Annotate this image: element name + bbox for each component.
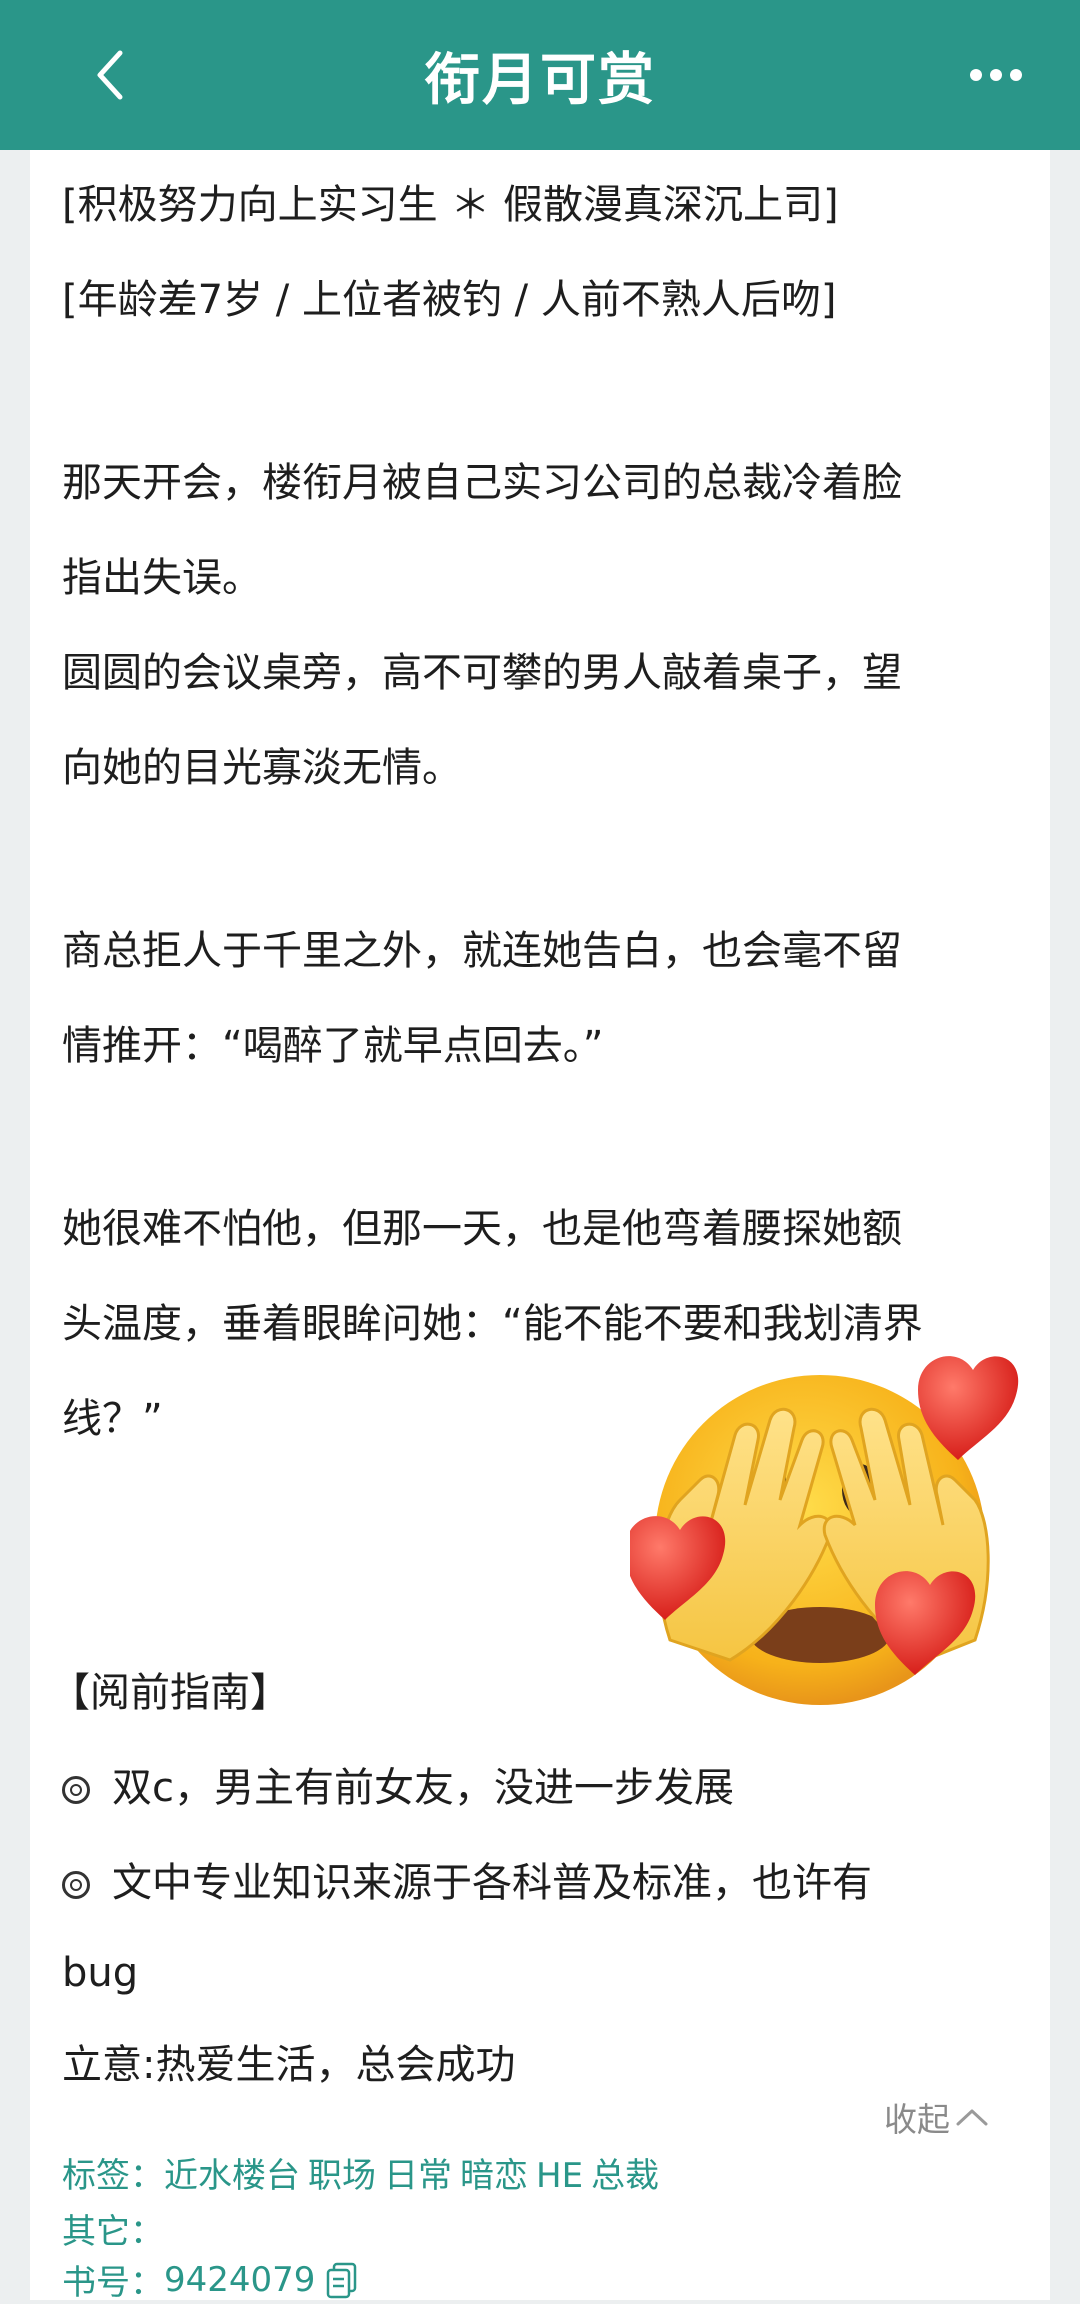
summary-line: 情推开：“喝醉了就早点回去。” xyxy=(62,1023,604,1069)
guide-heading: 【阅前指南】 xyxy=(50,1670,290,1716)
book-intro-panel: [积极努力向上实习生 ＊ 假散漫真深沉上司] [年龄差7岁 / 上位者被钓 / … xyxy=(30,150,1050,2303)
chevron-left-icon xyxy=(97,50,123,100)
collapse-label: 收起 xyxy=(884,2100,950,2139)
double-circle-bullet-icon xyxy=(62,1776,90,1804)
more-button[interactable] xyxy=(946,35,1046,115)
face-peeking-through-hands-with-hearts-emoji xyxy=(630,1356,1019,1705)
guide-item-continuation: bug xyxy=(62,1950,139,1996)
other-row: 其它： xyxy=(62,2204,164,2253)
summary-line: 她很难不怕他，但那一天，也是他弯着腰探她额 xyxy=(62,1206,902,1252)
book-number-row: 书号： 9424079 xyxy=(62,2255,359,2304)
tag-link[interactable]: 近水楼台 xyxy=(164,2156,300,2196)
summary-line: 线？” xyxy=(62,1396,163,1442)
double-circle-bullet-icon xyxy=(62,1871,90,1899)
tag-link[interactable]: 职场 xyxy=(308,2156,376,2196)
chevron-up-icon xyxy=(956,2109,988,2126)
guide-item: 双c，男主有前女友，没进一步发展 xyxy=(62,1760,734,1816)
copy-icon[interactable] xyxy=(325,2261,359,2299)
book-number-label: 书号： xyxy=(62,2263,164,2303)
summary-line: [年龄差7岁 / 上位者被钓 / 人前不熟人后吻] xyxy=(62,277,837,323)
collapse-button[interactable]: 收起 xyxy=(884,2093,990,2141)
other-label: 其它： xyxy=(62,2212,164,2252)
tags-row: 标签：近水楼台 职场 日常 暗恋 HE 总裁 xyxy=(62,2148,667,2197)
summary-line: 那天开会，楼衔月被自己实习公司的总裁冷着脸 xyxy=(62,460,902,506)
guide-item-text: 文中专业知识来源于各科普及标准，也许有 xyxy=(112,1860,872,1906)
theme-line: 立意:热爱生活，总会成功 xyxy=(62,2042,516,2088)
top-bar: 衔月可赏 xyxy=(0,0,1080,150)
book-number: 9424079 xyxy=(164,2259,316,2300)
tag-link[interactable]: 总裁 xyxy=(591,2156,659,2196)
tag-link[interactable]: 暗恋 xyxy=(460,2156,528,2196)
summary-line: 商总拒人于千里之外，就连她告白，也会毫不留 xyxy=(62,928,902,974)
summary-line: 圆圆的会议桌旁，高不可攀的男人敲着桌子，望 xyxy=(62,650,902,696)
tag-link[interactable]: HE xyxy=(536,2156,583,2196)
page-title: 衔月可赏 xyxy=(424,47,656,113)
summary-line: [积极努力向上实习生 ＊ 假散漫真深沉上司] xyxy=(62,182,839,228)
tags-label: 标签： xyxy=(62,2156,164,2196)
summary-line: 指出失误。 xyxy=(62,555,262,601)
back-button[interactable] xyxy=(70,35,150,115)
guide-item-text: 双c，男主有前女友，没进一步发展 xyxy=(112,1765,734,1811)
summary-line: 向她的目光寡淡无情。 xyxy=(62,745,462,791)
more-dots-icon xyxy=(970,69,1022,81)
guide-item: 文中专业知识来源于各科普及标准，也许有 xyxy=(62,1855,872,1911)
tag-link[interactable]: 日常 xyxy=(384,2156,452,2196)
